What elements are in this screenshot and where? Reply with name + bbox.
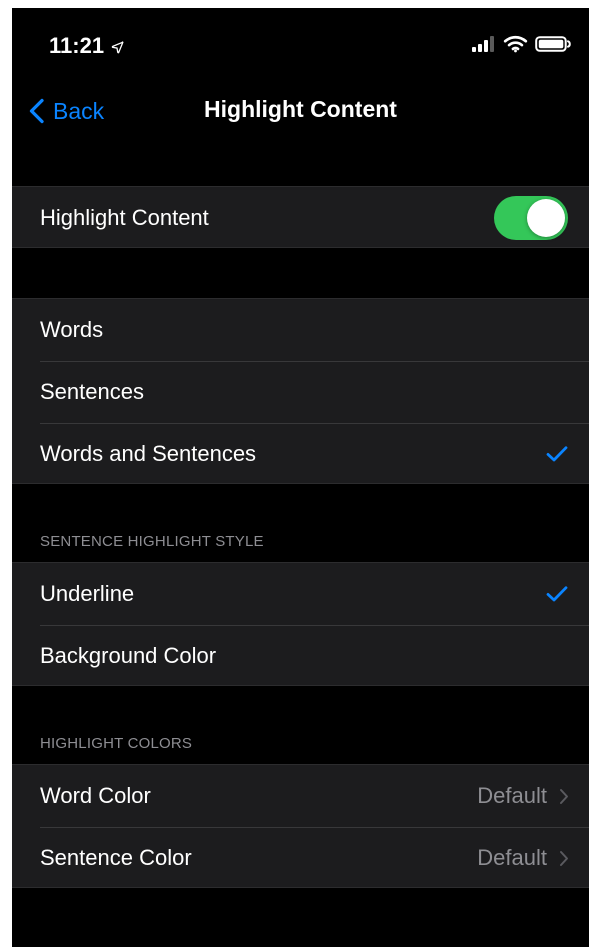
cellular-signal-icon (472, 36, 494, 52)
wifi-icon (503, 35, 528, 53)
chevron-right-icon (560, 850, 568, 866)
style-option-underline[interactable]: Underline (12, 563, 589, 625)
highlight-option-sentences[interactable]: Sentences (12, 361, 589, 423)
status-time: 11:21 (49, 33, 105, 58)
highlight-mode-section: Words Sentences Words and Sentences (12, 298, 589, 484)
sentence-highlight-style-section: Underline Background Color (12, 562, 589, 686)
style-option-label: Underline (40, 581, 135, 606)
status-time-group: 11:21 (49, 33, 124, 59)
chevron-right-icon (560, 788, 568, 804)
word-color-row[interactable]: Word Color Default (12, 765, 589, 827)
sentence-color-row[interactable]: Sentence Color Default (12, 827, 589, 889)
highlight-colors-section: Word Color Default Sentence Color Defaul… (12, 764, 589, 888)
status-bar: 11:21 (12, 8, 589, 84)
chevron-left-icon (29, 98, 44, 124)
sentence-color-label: Sentence Color (40, 845, 192, 870)
word-color-value: Default (477, 783, 547, 808)
page-title: Highlight Content (204, 96, 397, 122)
iphone-settings-screen: 11:21 Back Highlight Content Highlight C… (12, 8, 589, 947)
highlight-option-label: Words and Sentences (40, 441, 257, 466)
highlight-option-words-and-sentences[interactable]: Words and Sentences (12, 423, 589, 485)
toggle-thumb (527, 199, 565, 237)
sentence-highlight-style-header: SENTENCE HIGHLIGHT STYLE (40, 533, 264, 550)
status-icons (471, 35, 571, 53)
style-option-background-color[interactable]: Background Color (12, 625, 589, 687)
highlight-option-words[interactable]: Words (12, 299, 589, 361)
style-option-label: Background Color (40, 643, 217, 668)
highlight-content-toggle-section: Highlight Content (12, 186, 589, 248)
highlight-content-toggle[interactable] (494, 196, 568, 240)
location-arrow-icon (111, 40, 124, 53)
highlight-content-row: Highlight Content (12, 187, 589, 249)
checkmark-icon (546, 586, 568, 602)
word-color-label: Word Color (40, 783, 151, 808)
checkmark-icon (546, 446, 568, 462)
highlight-option-label: Words (40, 317, 104, 342)
sentence-color-value: Default (477, 845, 547, 870)
highlight-option-label: Sentences (40, 379, 144, 404)
back-label: Back (53, 97, 105, 124)
battery-icon (535, 36, 571, 52)
highlight-content-label: Highlight Content (40, 205, 209, 230)
navigation-bar: Back Highlight Content (12, 84, 589, 140)
back-button[interactable]: Back (28, 94, 104, 128)
highlight-colors-header: HIGHLIGHT COLORS (40, 735, 193, 752)
